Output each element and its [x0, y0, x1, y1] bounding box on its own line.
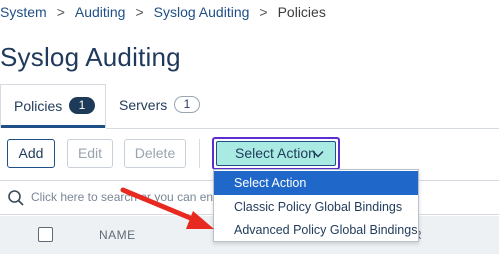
search-placeholder: Click here to search or you can en [31, 190, 214, 204]
breadcrumb-system[interactable]: System [0, 4, 47, 20]
delete-button[interactable]: Delete [124, 139, 186, 168]
breadcrumb-syslog-auditing[interactable]: Syslog Auditing [154, 4, 250, 20]
select-action-label: Select Action [235, 145, 316, 161]
breadcrumb-auditing[interactable]: Auditing [75, 4, 126, 20]
tab-servers-label: Servers [119, 97, 168, 113]
select-action-dropdown[interactable]: Select Action [212, 137, 340, 170]
select-action-menu: Select Action Classic Policy Global Bind… [213, 169, 419, 242]
tab-policies-label: Policies [14, 98, 63, 114]
tab-policies[interactable]: Policies 1 [0, 84, 106, 128]
tab-bar: Policies 1 Servers 1 [0, 84, 499, 129]
menu-item-select-action[interactable]: Select Action [214, 171, 418, 195]
menu-item-advanced-policy-global-bindings[interactable]: Advanced Policy Global Bindings [214, 218, 418, 242]
active-tab-indicator [1, 125, 105, 128]
select-all-checkbox[interactable] [38, 227, 53, 242]
toolbar-divider [199, 139, 200, 168]
tab-servers-count-badge: 1 [174, 96, 200, 113]
breadcrumb-current: Policies [277, 4, 326, 20]
menu-item-classic-policy-global-bindings[interactable]: Classic Policy Global Bindings [214, 195, 418, 219]
chevron-down-icon [312, 150, 324, 158]
edit-button[interactable]: Edit [67, 139, 113, 168]
breadcrumb-separator: > [56, 4, 65, 20]
select-action-box: Select Action [216, 141, 336, 166]
tab-policies-count-badge: 1 [69, 97, 95, 114]
search-icon [8, 190, 24, 206]
page-title: Syslog Auditing [0, 42, 181, 72]
tab-servers[interactable]: Servers 1 [106, 84, 206, 128]
breadcrumb: System > Auditing > Syslog Auditing > Po… [0, 3, 326, 21]
column-header-name[interactable]: NAME [99, 228, 136, 242]
add-button[interactable]: Add [7, 139, 55, 168]
breadcrumb-separator: > [135, 4, 144, 20]
breadcrumb-separator: > [259, 4, 268, 20]
tabs-divider [106, 128, 499, 129]
